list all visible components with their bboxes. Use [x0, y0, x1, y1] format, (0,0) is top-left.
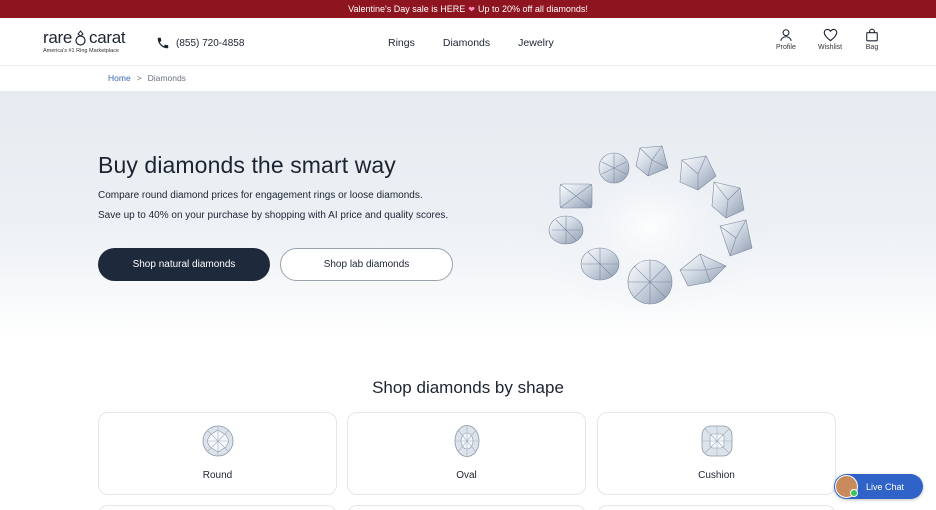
agent-avatar: [835, 475, 858, 498]
cushion-diamond-icon: [701, 425, 732, 457]
main-nav: Rings Diamonds Jewelry: [388, 37, 554, 49]
shop-lab-diamonds-button[interactable]: Shop lab diamonds: [280, 248, 453, 281]
diamond-ring-image: [530, 136, 770, 316]
phone-icon: [157, 37, 169, 49]
nav-jewelry[interactable]: Jewelry: [518, 37, 554, 49]
hero-subtitle-2: Save up to 40% on your purchase by shopp…: [98, 210, 449, 221]
promo-text: Valentine's Day sale is HERE: [348, 4, 466, 14]
hero-title: Buy diamonds the smart way: [98, 152, 396, 178]
logo-word-carat: carat: [89, 28, 126, 47]
promo-banner[interactable]: Valentine's Day sale is HERE ❤ Up to 20%…: [0, 0, 936, 18]
shape-label-oval: Oval: [456, 470, 477, 481]
phone-link[interactable]: (855) 720-4858: [156, 36, 244, 50]
hero-subtitle-1: Compare round diamond prices for engagem…: [98, 190, 423, 201]
round-diamond-icon: [202, 425, 233, 457]
bag-icon: [866, 28, 878, 42]
hero-section: Buy diamonds the smart way Compare round…: [0, 91, 936, 341]
live-chat-label: Live Chat: [866, 481, 905, 492]
shape-label-round: Round: [202, 470, 233, 481]
wishlist-button[interactable]: Wishlist: [818, 28, 842, 51]
oval-diamond-icon: [454, 425, 479, 457]
heart-icon: ❤: [468, 4, 475, 14]
shop-natural-diamonds-button[interactable]: Shop natural diamonds: [98, 248, 270, 281]
shape-label-cushion: Cushion: [698, 470, 735, 481]
shape-card-round[interactable]: Round: [98, 412, 337, 495]
shape-card-next-row[interactable]: [347, 505, 586, 510]
logo-word-rare: rare: [43, 28, 73, 47]
bag-button[interactable]: Bag: [865, 28, 879, 51]
site-header: rare carat America's #1 Ring Marketplace…: [0, 18, 936, 66]
shape-card-cushion[interactable]: Cushion: [597, 412, 836, 495]
breadcrumb-current: Diamonds: [147, 73, 186, 83]
shape-card-next-row[interactable]: [98, 505, 337, 510]
nav-rings[interactable]: Rings: [388, 37, 415, 49]
live-chat-button[interactable]: Live Chat: [834, 474, 923, 499]
wishlist-label: Wishlist: [818, 44, 843, 51]
heart-icon: [823, 28, 837, 42]
breadcrumb: Home > Diamonds: [108, 73, 186, 83]
bag-label: Bag: [865, 44, 879, 51]
breadcrumb-separator: >: [136, 73, 142, 83]
profile-label: Profile: [776, 44, 796, 51]
shop-by-shape-title: Shop diamonds by shape: [372, 378, 564, 397]
person-icon: [780, 29, 792, 42]
promo-offer-text: Up to 20% off all diamonds!: [477, 4, 588, 14]
shape-card-next-row[interactable]: [597, 505, 836, 510]
logo[interactable]: rare carat America's #1 Ring Marketplace: [43, 29, 133, 54]
phone-number: (855) 720-4858: [176, 37, 245, 49]
ring-icon: [75, 29, 86, 46]
shape-card-oval[interactable]: Oval: [347, 412, 586, 495]
nav-diamonds[interactable]: Diamonds: [443, 37, 490, 49]
profile-button[interactable]: Profile: [776, 28, 796, 51]
breadcrumb-home[interactable]: Home: [108, 73, 131, 83]
logo-tagline: America's #1 Ring Marketplace: [43, 48, 119, 54]
